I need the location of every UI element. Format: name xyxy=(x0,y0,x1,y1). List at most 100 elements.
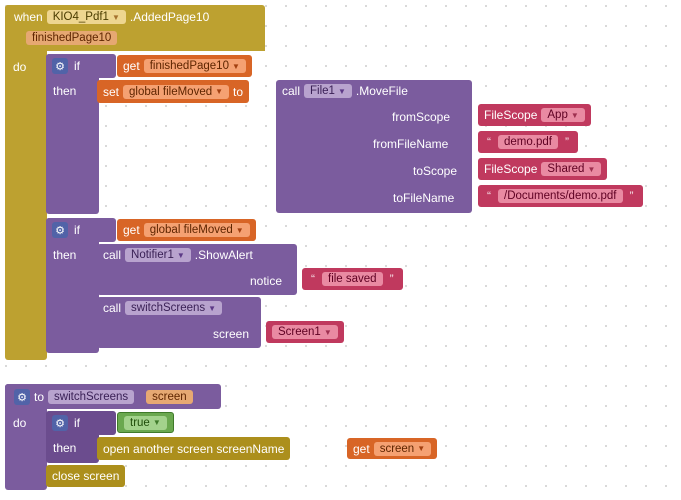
chevron-down-icon: ▼ xyxy=(215,87,223,96)
tofilename-field[interactable]: /Documents/demo.pdf xyxy=(498,189,623,203)
procedure-param-chip[interactable]: screen xyxy=(146,390,193,404)
switchscreens-label: switchScreens xyxy=(131,302,205,314)
set-var-dropdown[interactable]: global fileMoved ▼ xyxy=(123,85,229,99)
filescope-shared-label: Shared xyxy=(547,163,584,175)
event-component-dropdown[interactable]: KIO4_Pdf1 ▼ xyxy=(47,10,126,24)
call-keyword3: call xyxy=(103,301,121,315)
procedure-name-label: switchScreens xyxy=(54,391,128,403)
showalert-label: .ShowAlert xyxy=(195,248,253,262)
to-keyword-proc: to xyxy=(34,390,44,404)
get-keyword2: get xyxy=(123,223,140,237)
filescope-label: FileScope xyxy=(484,108,537,122)
proc-if-header[interactable]: ⚙ if xyxy=(46,411,116,435)
chevron-down-icon: ▼ xyxy=(208,304,216,313)
switchscreens-dropdown[interactable]: switchScreens ▼ xyxy=(125,301,222,315)
chevron-down-icon: ▼ xyxy=(338,87,346,96)
get-filemoved-label: global fileMoved xyxy=(150,224,233,236)
if2-keyword: if xyxy=(74,223,80,237)
true-block[interactable]: true ▼ xyxy=(117,412,174,433)
to-keyword: to xyxy=(233,85,243,99)
notice-field[interactable]: file saved xyxy=(322,272,383,286)
get-screen[interactable]: get screen ▼ xyxy=(347,438,437,459)
gear-icon[interactable]: ⚙ xyxy=(52,222,68,238)
call-component-label: File1 xyxy=(310,85,335,97)
chevron-down-icon: ▼ xyxy=(236,226,244,235)
true-dropdown[interactable]: true ▼ xyxy=(124,416,167,430)
event-method-label: .AddedPage10 xyxy=(130,10,209,24)
procedure-name-field[interactable]: switchScreens xyxy=(48,390,134,404)
gear-icon[interactable]: ⚙ xyxy=(52,415,68,431)
call-keyword2: call xyxy=(103,248,121,262)
set-keyword: set xyxy=(103,85,119,99)
if1-header[interactable]: ⚙ if xyxy=(46,54,116,78)
get-finishedpage10[interactable]: get finishedPage10 ▼ xyxy=(117,55,252,77)
quote-icon: ” xyxy=(562,135,572,149)
chevron-down-icon: ▼ xyxy=(153,418,161,427)
call-method-label: .MoveFile xyxy=(356,84,408,98)
get-keyword: get xyxy=(123,59,140,73)
quote-icon: ” xyxy=(387,272,397,286)
open-screen-block[interactable]: open another screen screenName xyxy=(97,437,290,460)
screen-param-label: screen xyxy=(213,327,249,341)
event-component-label: KIO4_Pdf1 xyxy=(53,11,109,23)
call-keyword: call xyxy=(282,84,300,98)
gear-icon[interactable]: ⚙ xyxy=(52,58,68,74)
filescope-app-dropdown[interactable]: App ▼ xyxy=(541,108,584,122)
call-component-dropdown[interactable]: File1 ▼ xyxy=(304,84,352,98)
procedure-param-label: screen xyxy=(152,391,187,403)
quote-icon: “ xyxy=(484,135,494,149)
filescope-app[interactable]: FileScope App ▼ xyxy=(478,104,591,126)
chevron-down-icon: ▼ xyxy=(324,328,332,337)
if2-header[interactable]: ⚙ if xyxy=(46,218,116,242)
screen-value[interactable]: Screen1 ▼ xyxy=(266,321,344,343)
fromfilename-label: fromFileName xyxy=(373,137,448,151)
chevron-down-icon: ▼ xyxy=(417,444,425,453)
get-filemoved-dropdown[interactable]: global fileMoved ▼ xyxy=(144,223,250,237)
when-keyword: when xyxy=(14,10,43,24)
tofilename-label: toFileName xyxy=(393,191,454,205)
get-screen-label: screen xyxy=(380,443,415,455)
screen-text: Screen1 xyxy=(278,326,321,338)
set-filemoved[interactable]: set global fileMoved ▼ to xyxy=(97,80,249,103)
chevron-down-icon: ▼ xyxy=(177,251,185,260)
chevron-down-icon: ▼ xyxy=(587,165,595,174)
set-var-label: global fileMoved xyxy=(129,86,212,98)
get-var-label: finishedPage10 xyxy=(150,60,229,72)
fromfilename-field[interactable]: demo.pdf xyxy=(498,135,558,149)
quote-icon: ” xyxy=(627,189,637,203)
notice-label: notice xyxy=(250,274,282,288)
quote-icon: “ xyxy=(308,272,318,286)
chevron-down-icon: ▼ xyxy=(112,13,120,22)
tofilename-value[interactable]: “ /Documents/demo.pdf ” xyxy=(478,185,643,207)
get-var-dropdown[interactable]: finishedPage10 ▼ xyxy=(144,59,246,73)
gear-icon[interactable]: ⚙ xyxy=(14,389,30,405)
get-screen-dropdown[interactable]: screen ▼ xyxy=(374,442,431,456)
fromfilename-value[interactable]: “ demo.pdf ” xyxy=(478,131,578,153)
chevron-down-icon: ▼ xyxy=(232,62,240,71)
open-screen-label: open another screen screenName xyxy=(103,442,284,456)
notifier-dropdown[interactable]: Notifier1 ▼ xyxy=(125,248,191,262)
fromscope-label: fromScope xyxy=(392,110,450,124)
true-label: true xyxy=(130,417,150,429)
quote-icon: “ xyxy=(484,189,494,203)
get-keyword3: get xyxy=(353,442,370,456)
proc-do-label: do xyxy=(13,416,26,430)
do-label: do xyxy=(13,60,26,74)
filescope-shared[interactable]: FileScope Shared ▼ xyxy=(478,158,607,180)
screen-dropdown[interactable]: Screen1 ▼ xyxy=(272,325,338,339)
event-handler-do-column[interactable] xyxy=(5,5,47,360)
filescope-shared-dropdown[interactable]: Shared ▼ xyxy=(541,162,601,176)
filescope-app-label: App xyxy=(547,109,567,121)
event-param-chip[interactable]: finishedPage10 xyxy=(26,31,117,45)
notice-value[interactable]: “ file saved ” xyxy=(302,268,403,290)
event-when-row: when KIO4_Pdf1 ▼ .AddedPage10 xyxy=(8,6,215,28)
if1-block[interactable] xyxy=(46,54,99,214)
then1-label: then xyxy=(53,84,76,98)
proc-if-keyword: if xyxy=(74,416,80,430)
then2-label: then xyxy=(53,248,76,262)
chevron-down-icon: ▼ xyxy=(571,111,579,120)
get-filemoved[interactable]: get global fileMoved ▼ xyxy=(117,219,256,241)
close-screen-label: close screen xyxy=(52,469,119,483)
notice-text: file saved xyxy=(328,273,377,285)
close-screen-block[interactable]: close screen xyxy=(46,465,125,487)
